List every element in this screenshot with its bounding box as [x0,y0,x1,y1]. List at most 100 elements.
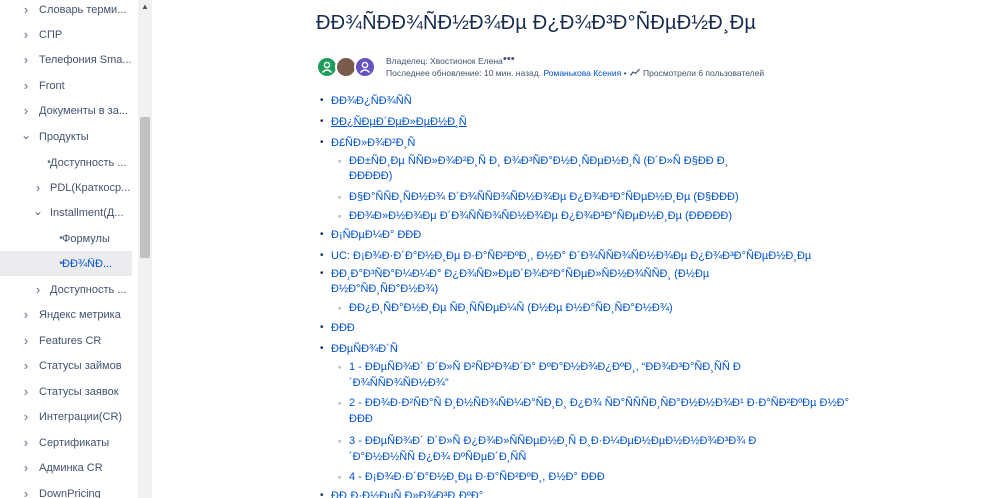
sidebar-item[interactable]: › Яндекс метрика [0,302,132,327]
scroll-thumb[interactable] [140,117,150,258]
toc-link[interactable]: ÐÐÐÐÐ) [349,169,392,183]
analytics-chart-icon [630,68,640,78]
toc-link[interactable]: ÐÐ¸Ð·Ð½ÐµÑ Ð»Ð¾Ð³Ð¸ÐºÐ° [331,489,483,498]
list-bullet-icon: • [320,116,324,127]
toc-link[interactable]: Ð£ÑÐ»Ð¾Ð²Ð¸Ñ [331,136,415,150]
sidebar-item-label: Статусы займов [39,359,122,372]
sidebar-item[interactable]: › Статусы заявок [0,379,132,404]
chevron-right-icon[interactable]: › [20,103,32,118]
toc-link[interactable]: ÐÐÐ [331,321,355,335]
toc-link[interactable]: ´Ð¾ÑÑÐ¾ÑÐ½Ð¾” [349,376,449,390]
chevron-right-icon[interactable]: › [20,486,32,498]
list-bullet-icon: • [320,250,324,261]
sidebar-item[interactable]: ⌄ Продукты [0,124,132,149]
sidebar-item[interactable]: › DownPricing [0,481,132,498]
list-bullet-icon: • [320,95,324,106]
last-editor-link[interactable]: Романькова Ксения [543,68,621,78]
toc-link[interactable]: Ð½Ð°ÑÐ¸ÑÐ°Ð½Ð¾) [331,282,438,296]
sidebar-item[interactable]: › Features CR [0,328,132,353]
sidebar-item[interactable]: • ÐÐ¾ÑÐ... [0,251,132,276]
sidebar-item-label: Features CR [39,334,102,347]
toc-link[interactable]: UC: Ð¡Ð¾Ð·Ð´Ð°Ð½Ð¸Ðµ Ð·Ð°ÑÐ²ÐºÐ¸, Ð½Ð° Ð… [331,249,811,263]
sidebar-item-label: Телефония Sma... [39,53,132,66]
sidebar-item[interactable]: • Формулы [0,226,132,251]
sidebar-item[interactable]: ⌄ Installment(Д... [0,200,132,225]
sidebar-item-label: Документы в за... [39,104,128,117]
sidebar-item-label: Яндекс метрика [39,308,121,321]
list-bullet-icon: ◦ [338,156,342,166]
sidebar-item[interactable]: › Телефония Sma... [0,47,132,72]
chevron-right-icon[interactable]: › [20,435,32,450]
list-bullet-icon: ◦ [338,192,342,202]
page-views[interactable]: Просмотрели 6 пользователей [630,68,764,78]
chevron-right-icon[interactable]: › [20,2,32,17]
toc-link[interactable]: ÐÐ¿ÑÐµÐ´ÐµÐ»ÐµÐ½Ð¸Ñ [331,115,467,129]
more-options-icon[interactable]: ••• [503,53,515,65]
toc-link[interactable]: ÐÐ¿Ð¸ÑÐ°Ð½Ð¸Ðµ ÑÐ¸ÑÑÐµÐ¼Ñ (Ð½Ðµ Ð½Ð°ÑÐ¸Ñ… [349,301,673,315]
chevron-down-icon[interactable]: ⌄ [32,204,44,218]
sidebar-item-label: Доступность ... [50,156,127,169]
sidebar-item-label: DownPricing [39,487,101,498]
sidebar-item-label: Интеграции(CR) [39,410,123,423]
sidebar-item-label: Front [39,79,65,92]
sidebar-item-label: Формулы [62,232,110,245]
list-bullet-icon: ◦ [338,472,342,482]
sidebar-item[interactable]: › Интеграции(CR) [0,404,132,429]
sidebar-item-label: Продукты [39,130,89,143]
toc-link[interactable]: ÐÐ¸Ð°Ð³ÑÐ°Ð¼Ð¼Ð° Ð¿Ð¾ÑÐ»ÐµÐ´Ð¾Ð²Ð°ÑÐµÐ»Ñ… [331,267,709,281]
chevron-right-icon[interactable]: › [20,358,32,373]
list-bullet-icon: ◦ [338,398,342,408]
chevron-right-icon[interactable]: › [20,78,32,93]
sidebar-item-label: Админка CR [39,461,103,474]
toc-link[interactable]: 1 - ÐÐµÑÐ¾Ð´ Ð´Ð»Ñ Ð²ÑÐ²Ð¾Ð´Ð° ÐºÐ°Ð½Ð¾Ð… [349,360,741,374]
chevron-right-icon[interactable]: › [20,307,32,322]
chevron-right-icon[interactable]: › [20,333,32,348]
sidebar-item[interactable]: › Front [0,73,132,98]
sidebar-item-label: Сертификаты [39,436,110,449]
list-bullet-icon: ◦ [338,362,342,372]
toc-link[interactable]: 3 - ÐÐµÑÐ¾Ð´ Ð´Ð»Ñ Ð¿Ð¾Ð»ÑÑÐµÐ½Ð¸Ñ Ð¸Ð·Ð… [349,434,756,448]
page-title: ÐÐ¾ÑÐÐ¾ÑÐ½Ð¾Ðµ Ð¿Ð¾Ð³Ð°ÑÐµÐ½Ð¸Ðµ [316,12,757,34]
sidebar-item[interactable]: › Админка CR [0,455,132,480]
chevron-right-icon[interactable]: › [20,27,32,42]
sidebar-item[interactable]: › PDL(Краткоср... [0,175,132,200]
toc-link[interactable]: ÐÐ¾Ð¿ÑÐ¾ÑÑ [331,94,412,108]
chevron-right-icon[interactable]: › [20,52,32,67]
chevron-right-icon[interactable]: › [32,282,44,297]
toc-link[interactable]: ÐÐÐ [349,412,373,426]
page-tree-sidebar: › Словарь терми... › СПР › Телефония Sma... › F… [0,0,138,498]
chevron-right-icon[interactable]: › [32,180,44,195]
chevron-down-icon[interactable]: ⌄ [20,128,32,142]
sidebar-item[interactable]: › Доступность ... [0,277,132,302]
chevron-right-icon[interactable]: › [20,460,32,475]
page-byline: Владелец: Хвостионок Елена ••• Последнее… [316,53,916,80]
page-owner: Владелец: Хвостионок Елена [386,56,503,66]
last-updated: Последнее обновление: 10 мин. назад. Ром… [386,68,627,78]
page-content: ÐÐ¾ÑÐÐ¾ÑÐ½Ð¾Ðµ Ð¿Ð¾Ð³Ð°ÑÐµÐ½Ð¸Ðµ Владеле… [316,0,986,498]
sidebar-item[interactable]: › Документы в за... [0,98,132,123]
toc-link[interactable]: ÐÐ±ÑÐ¸Ðµ ÑÑÐ»Ð¾Ð²Ð¸Ñ Ð¸ Ð¾Ð³ÑÐ°Ð½Ð¸ÑÐµÐ½… [349,154,728,168]
sidebar-scrollbar[interactable]: ▲ [138,0,152,498]
list-bullet-icon: • [320,322,324,333]
sidebar-item[interactable]: › Словарь терми... [0,0,132,22]
avatar-user-icon[interactable] [354,56,376,78]
list-bullet-icon: • [320,268,324,279]
toc-link[interactable]: ÐÐµÑÐ¾Ð´Ñ [331,342,398,356]
toc-link[interactable]: Ð¡ÑÐµÐ¼Ð° ÐÐÐ [331,228,421,242]
list-bullet-icon: ◦ [338,436,342,446]
toc-link[interactable]: 2 - ÐÐ¾Ð·Ð²ÑÐ°Ñ Ð¸Ð½ÑÐ¾ÑÐ¼Ð°ÑÐ¸Ð¸ Ð¿Ð¾ Ñ… [349,396,849,410]
toc-link[interactable]: Ð§Ð°ÑÑÐ¸ÑÐ½Ð¾ Ð´Ð¾ÑÑÐ¾ÑÐ½Ð¾Ðµ Ð¿Ð¾Ð³Ð°ÑÐ… [349,190,739,204]
chevron-right-icon[interactable]: › [20,409,32,424]
toc-link[interactable]: ÐÐ¾Ð»Ð½Ð¾Ðµ Ð´Ð¾ÑÑÐ¾ÑÐ½Ð¾Ðµ Ð¿Ð¾Ð³Ð°ÑÐµÐ… [349,209,732,223]
separator-dot: • [623,68,627,78]
chevron-right-icon[interactable]: › [20,384,32,399]
sidebar-item[interactable]: • Доступность ... [0,150,132,175]
scroll-up-arrow-icon[interactable]: ▲ [138,0,152,14]
sidebar-item[interactable]: › СПР [0,22,132,47]
toc-link[interactable]: ´Ð°Ð½Ð½ÑÑ Ð¿Ð¾ ÐºÑÐµÐ´Ð¸ÑÑ [349,450,526,464]
list-bullet-icon: • [320,229,324,240]
sidebar-item-label: Статусы заявок [39,385,119,398]
sidebar-item[interactable]: › Статусы займов [0,353,132,378]
sidebar-item[interactable]: › Сертификаты [0,430,132,455]
toc-link[interactable]: 4 - Ð¡Ð¾Ð·Ð´Ð°Ð½Ð¸Ðµ Ð·Ð°ÑÐ²ÐºÐ¸, Ð½Ð° Ð… [349,470,605,484]
